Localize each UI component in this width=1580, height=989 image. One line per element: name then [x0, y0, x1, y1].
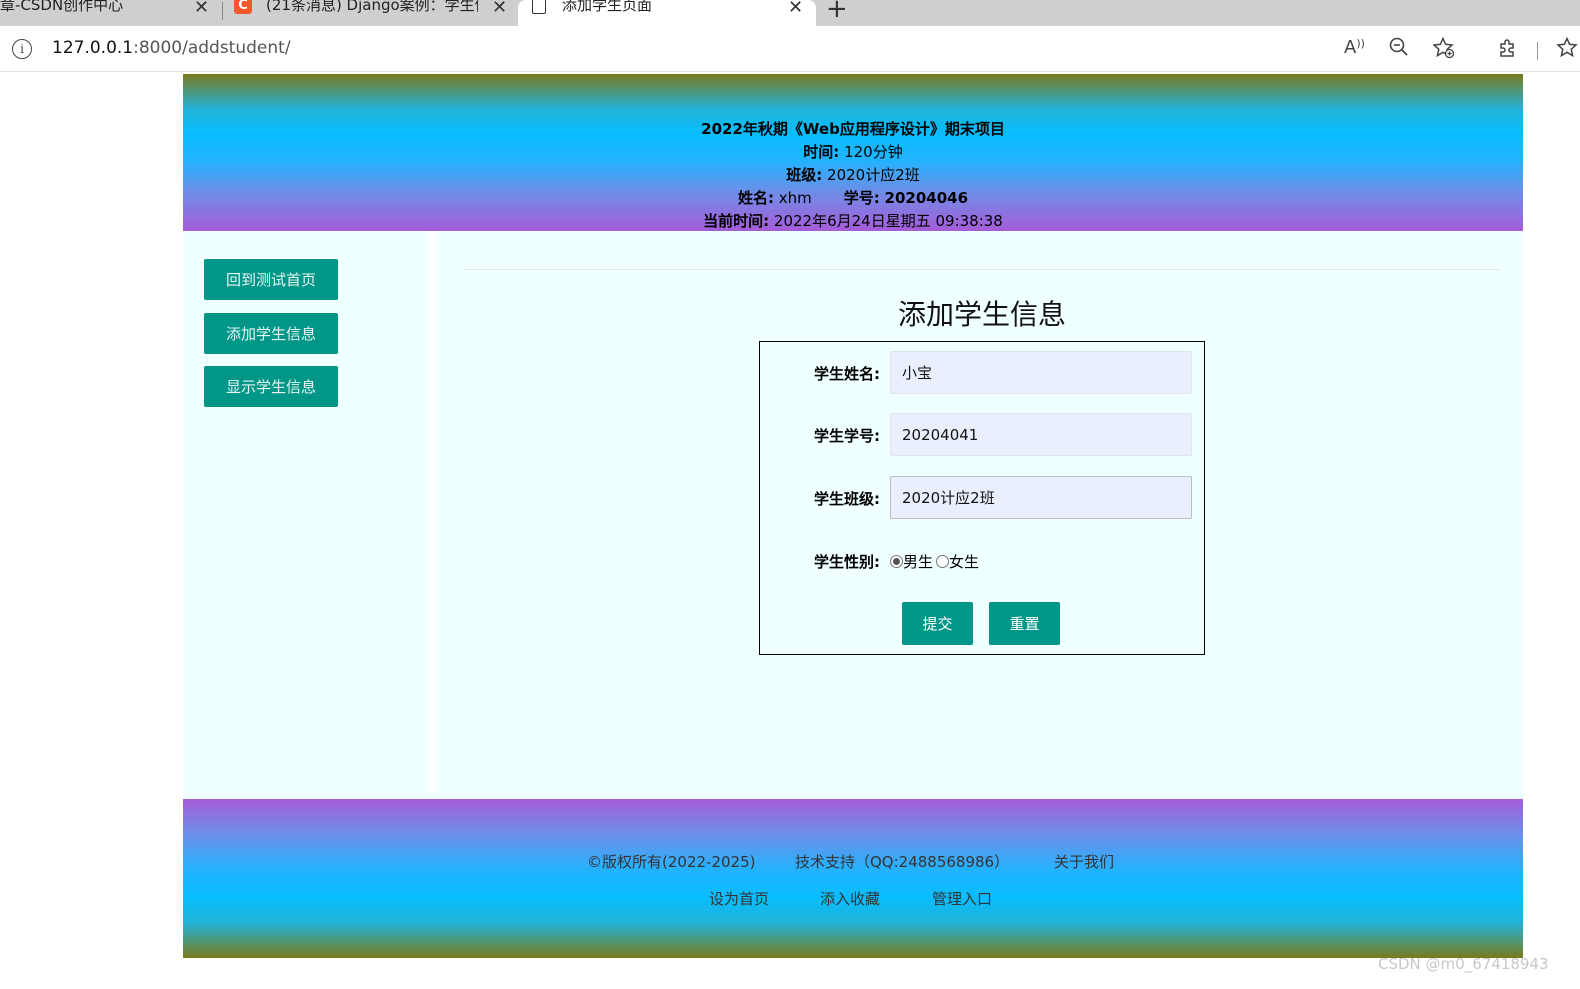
footer-set-home-link[interactable]: 设为首页: [709, 888, 769, 909]
page-header: 2022年秋期《Web应用程序设计》期末项目 时间: 120分钟 班级: 202…: [183, 74, 1523, 231]
gender-male-label[interactable]: 男生: [903, 551, 933, 572]
tab-title: (21条消息) Django案例：学生信: [266, 0, 478, 14]
main-panel: 添加学生信息 学生姓名: 学生学号: 学生班级: 学生性别:: [441, 231, 1523, 793]
page-container: 2022年秋期《Web应用程序设计》期末项目 时间: 120分钟 班级: 202…: [183, 74, 1523, 958]
new-tab-plus-icon[interactable]: +: [826, 0, 848, 24]
footer-add-favorite-link[interactable]: 添入收藏: [820, 888, 880, 909]
footer-copyright: ©版权所有(2022-2025): [587, 853, 756, 871]
student-name-input[interactable]: [890, 351, 1192, 394]
submit-button[interactable]: 提交: [902, 602, 973, 645]
url-field[interactable]: 127.0.0.1:8000/addstudent/: [52, 38, 291, 58]
gender-female-label[interactable]: 女生: [949, 551, 979, 572]
zoom-out-icon[interactable]: [1389, 37, 1409, 62]
header-student: 姓名: xhm 学号: 20204046: [737, 189, 969, 207]
student-number-input[interactable]: [890, 413, 1192, 456]
tab-title: 添加学生页面: [562, 0, 653, 14]
browser-tab-csdn-creator[interactable]: 章-CSDN创作中心 ✕: [0, 0, 218, 26]
gender-male-radio[interactable]: [890, 555, 903, 568]
url-host: 127.0.0.1: [52, 38, 134, 58]
number-label: 学生学号:: [814, 427, 880, 445]
close-icon[interactable]: ✕: [788, 0, 803, 17]
student-class-input[interactable]: [890, 476, 1192, 519]
page-footer: ©版权所有(2022-2025) 技术支持（QQ:2488568986） 关于我…: [183, 799, 1523, 958]
header-time: 时间: 120分钟: [803, 143, 903, 161]
browser-tab-add-student[interactable]: 添加学生页面 ✕: [518, 0, 816, 26]
url-path: :8000/addstudent/: [133, 38, 291, 58]
tab-separator: [222, 2, 223, 20]
read-aloud-icon[interactable]: A)): [1344, 37, 1365, 58]
address-bar: i 127.0.0.1:8000/addstudent/ A)): [0, 26, 1580, 72]
header-title: 2022年秋期《Web应用程序设计》期末项目: [701, 120, 1005, 138]
extensions-puzzle-icon[interactable]: [1497, 37, 1519, 64]
tab-title: 章-CSDN创作中心: [0, 0, 124, 14]
sidebar-item-show-students[interactable]: 显示学生信息: [204, 366, 338, 407]
toolbar-divider: [1537, 42, 1538, 60]
reset-button[interactable]: 重置: [989, 602, 1060, 645]
browser-tab-django-article[interactable]: C (21条消息) Django案例：学生信 ✕: [226, 0, 516, 26]
sidebar-item-add-student[interactable]: 添加学生信息: [204, 313, 338, 354]
csdn-watermark: CSDN @m0_67418943: [1378, 955, 1549, 973]
header-class: 班级: 2020计应2班: [786, 166, 920, 184]
gender-label: 学生性别:: [814, 553, 880, 571]
content-area: 回到测试首页 添加学生信息 显示学生信息 添加学生信息 学生姓名: 学生学号: …: [183, 231, 1523, 799]
add-favorite-star-icon[interactable]: [1432, 36, 1455, 64]
footer-admin-link[interactable]: 管理入口: [932, 888, 992, 909]
name-label: 学生姓名:: [814, 365, 880, 383]
sidebar-item-home[interactable]: 回到测试首页: [204, 259, 338, 300]
class-label: 学生班级:: [814, 490, 880, 508]
divider-line: [463, 269, 1501, 270]
gender-female-radio[interactable]: [936, 555, 950, 568]
page-icon: [532, 0, 546, 14]
close-icon[interactable]: ✕: [492, 0, 507, 17]
favorites-star-icon[interactable]: [1556, 36, 1578, 64]
sidebar: 回到测试首页 添加学生信息 显示学生信息: [183, 231, 435, 793]
form-title: 添加学生信息: [897, 298, 1066, 331]
footer-about-link[interactable]: 关于我们: [1054, 851, 1114, 872]
site-info-icon[interactable]: i: [12, 39, 32, 59]
browser-tab-bar: 章-CSDN创作中心 ✕ C (21条消息) Django案例：学生信 ✕ 添加…: [0, 0, 1580, 26]
csdn-favicon-icon: C: [234, 0, 252, 14]
add-student-form: 学生姓名: 学生学号: 学生班级: 学生性别: 男生: [759, 341, 1205, 655]
close-icon[interactable]: ✕: [194, 0, 209, 17]
footer-support: 技术支持（QQ:2488568986）: [795, 853, 1010, 871]
gender-radio-group: 男生 女生: [890, 551, 979, 572]
header-current-time: 当前时间: 2022年6月24日星期五 09:38:38: [703, 212, 1003, 230]
